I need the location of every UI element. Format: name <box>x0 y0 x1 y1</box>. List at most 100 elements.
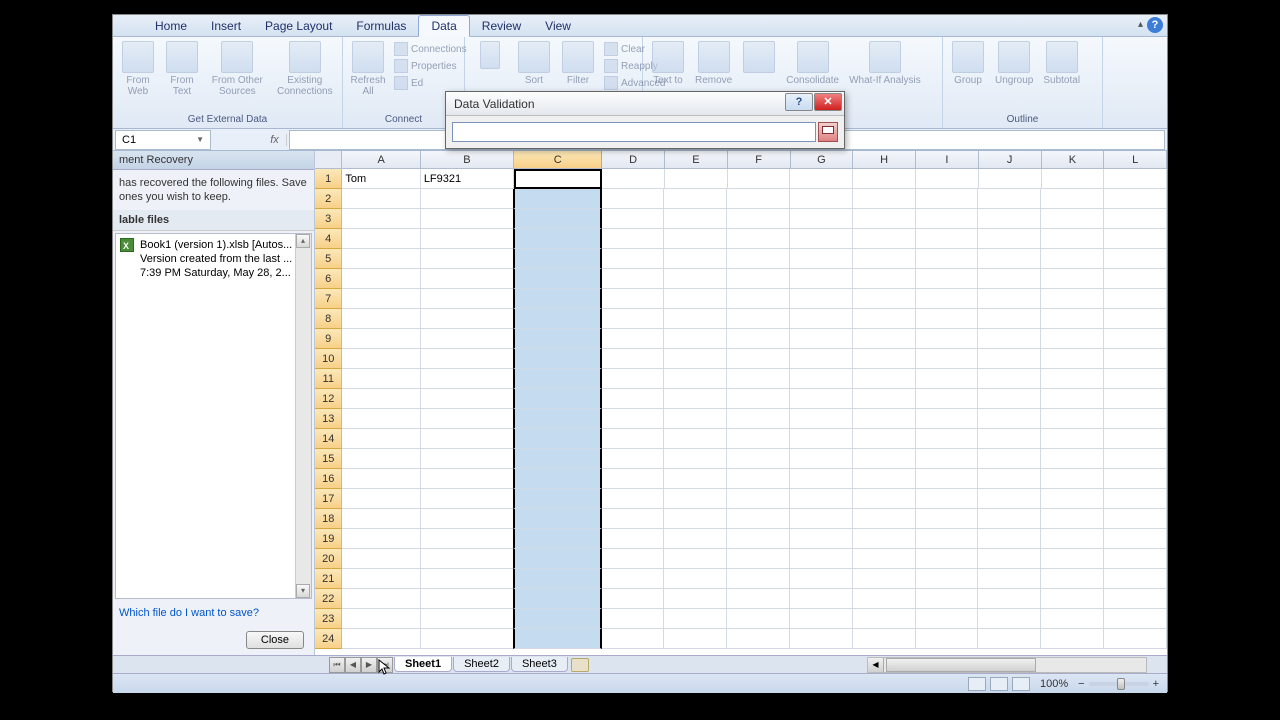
cell-C6[interactable] <box>513 269 601 289</box>
cell-D12[interactable] <box>602 389 665 409</box>
cell-D9[interactable] <box>602 329 665 349</box>
remove-duplicates-button[interactable]: Remove <box>691 39 736 88</box>
recovery-file-item[interactable]: Book1 (version 1).xlsb [Autos... Version… <box>116 234 311 284</box>
cell-F17[interactable] <box>727 489 790 509</box>
cell-H6[interactable] <box>853 269 916 289</box>
cell-E19[interactable] <box>664 529 727 549</box>
cell-E1[interactable] <box>665 169 728 189</box>
page-layout-view-button[interactable] <box>990 677 1008 691</box>
cell-F18[interactable] <box>727 509 790 529</box>
cell-J18[interactable] <box>978 509 1041 529</box>
row-header-9[interactable]: 9 <box>315 329 342 349</box>
cell-F6[interactable] <box>727 269 790 289</box>
cell-J3[interactable] <box>978 209 1041 229</box>
cell-J23[interactable] <box>978 609 1041 629</box>
cell-C4[interactable] <box>513 229 601 249</box>
cell-I9[interactable] <box>916 329 979 349</box>
cell-I21[interactable] <box>916 569 979 589</box>
scroll-left-icon[interactable]: ◀ <box>868 658 884 672</box>
cell-A2[interactable] <box>342 189 421 209</box>
cell-J8[interactable] <box>978 309 1041 329</box>
text-to-columns-button[interactable]: Text to <box>647 39 689 88</box>
recovery-help-link[interactable]: Which file do I want to save? <box>113 601 314 625</box>
cell-K12[interactable] <box>1041 389 1104 409</box>
row-header-10[interactable]: 10 <box>315 349 342 369</box>
cell-K17[interactable] <box>1041 489 1104 509</box>
cell-L8[interactable] <box>1104 309 1167 329</box>
col-header-f[interactable]: F <box>728 151 791 168</box>
cell-A16[interactable] <box>342 469 421 489</box>
cell-I10[interactable] <box>916 349 979 369</box>
zoom-slider[interactable] <box>1089 682 1149 686</box>
cell-C8[interactable] <box>513 309 601 329</box>
cell-C9[interactable] <box>513 329 601 349</box>
collapse-dialog-button[interactable] <box>818 122 838 142</box>
cell-G5[interactable] <box>790 249 853 269</box>
cell-I4[interactable] <box>916 229 979 249</box>
cell-J17[interactable] <box>978 489 1041 509</box>
cell-F8[interactable] <box>727 309 790 329</box>
cell-L13[interactable] <box>1104 409 1167 429</box>
cell-G21[interactable] <box>790 569 853 589</box>
cell-K7[interactable] <box>1041 289 1104 309</box>
cell-H5[interactable] <box>853 249 916 269</box>
col-header-c[interactable]: C <box>514 151 602 168</box>
cell-F14[interactable] <box>727 429 790 449</box>
edit-links-button[interactable]: Ed <box>391 75 470 91</box>
cell-J9[interactable] <box>978 329 1041 349</box>
dialog-help-button[interactable]: ? <box>785 93 813 111</box>
cell-I12[interactable] <box>916 389 979 409</box>
row-header-4[interactable]: 4 <box>315 229 342 249</box>
cell-K15[interactable] <box>1041 449 1104 469</box>
cell-C13[interactable] <box>513 409 601 429</box>
tab-formulas[interactable]: Formulas <box>344 16 418 36</box>
row-header-18[interactable]: 18 <box>315 509 342 529</box>
cell-G6[interactable] <box>790 269 853 289</box>
cell-B18[interactable] <box>421 509 514 529</box>
cell-H15[interactable] <box>853 449 916 469</box>
col-header-i[interactable]: I <box>916 151 979 168</box>
dialog-title-bar[interactable]: Data Validation ? ✕ <box>446 92 844 116</box>
cell-B8[interactable] <box>421 309 514 329</box>
zoom-in-button[interactable]: + <box>1153 678 1159 690</box>
cell-L23[interactable] <box>1104 609 1167 629</box>
cell-I6[interactable] <box>916 269 979 289</box>
cell-H8[interactable] <box>853 309 916 329</box>
cell-F10[interactable] <box>727 349 790 369</box>
cell-H16[interactable] <box>853 469 916 489</box>
cell-L5[interactable] <box>1104 249 1167 269</box>
col-header-l[interactable]: L <box>1104 151 1167 168</box>
cell-I13[interactable] <box>916 409 979 429</box>
cell-K8[interactable] <box>1041 309 1104 329</box>
cell-B13[interactable] <box>421 409 514 429</box>
cell-D15[interactable] <box>602 449 665 469</box>
cell-C12[interactable] <box>513 389 601 409</box>
cell-D13[interactable] <box>602 409 665 429</box>
cell-B15[interactable] <box>421 449 514 469</box>
cell-L1[interactable] <box>1104 169 1167 189</box>
first-sheet-button[interactable]: ⏮ <box>329 657 345 673</box>
horizontal-scrollbar[interactable]: ◀ <box>867 657 1147 673</box>
cell-G12[interactable] <box>790 389 853 409</box>
sort-az-button[interactable] <box>469 39 511 73</box>
row-header-17[interactable]: 17 <box>315 489 342 509</box>
cell-E17[interactable] <box>664 489 727 509</box>
cell-D18[interactable] <box>602 509 665 529</box>
row-header-19[interactable]: 19 <box>315 529 342 549</box>
cell-J19[interactable] <box>978 529 1041 549</box>
cell-E14[interactable] <box>664 429 727 449</box>
cell-H22[interactable] <box>853 589 916 609</box>
consolidate-button[interactable]: Consolidate <box>782 39 843 88</box>
cell-B6[interactable] <box>421 269 514 289</box>
cell-F5[interactable] <box>727 249 790 269</box>
cell-E10[interactable] <box>664 349 727 369</box>
cell-B21[interactable] <box>421 569 514 589</box>
tab-data[interactable]: Data <box>418 15 469 37</box>
help-icon[interactable]: ? <box>1147 17 1163 33</box>
cell-F21[interactable] <box>727 569 790 589</box>
cell-H3[interactable] <box>853 209 916 229</box>
cell-C16[interactable] <box>513 469 601 489</box>
cell-E13[interactable] <box>664 409 727 429</box>
cell-D10[interactable] <box>602 349 665 369</box>
cell-J12[interactable] <box>978 389 1041 409</box>
